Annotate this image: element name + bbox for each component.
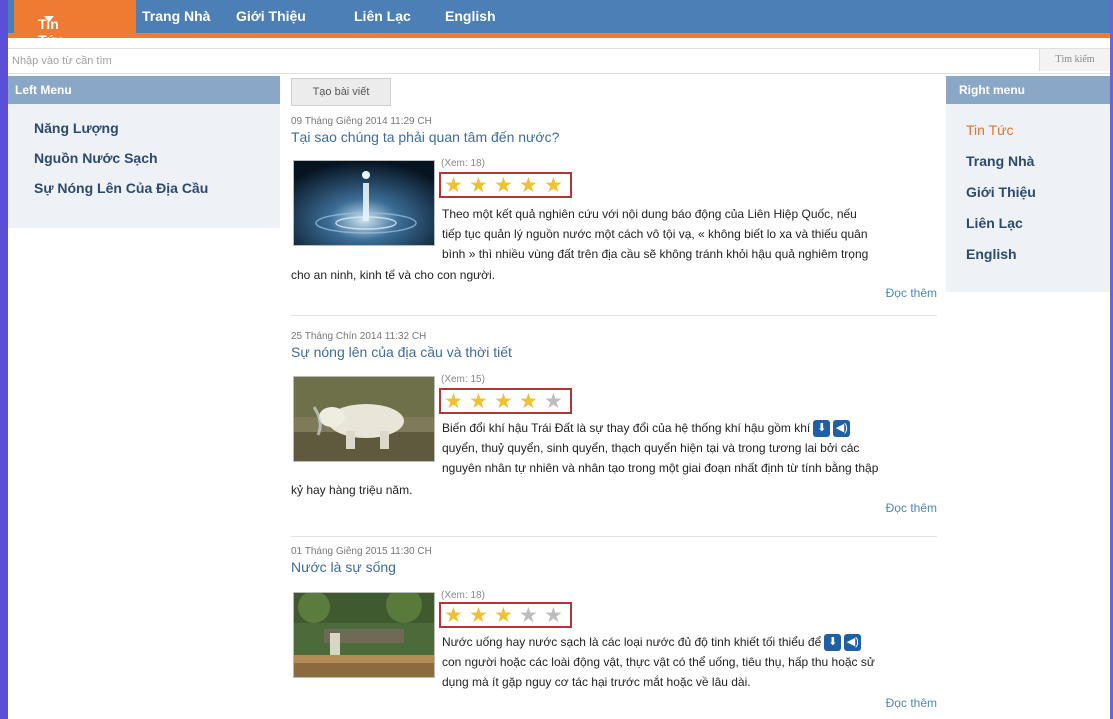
star-icon[interactable]: ★ <box>444 605 463 626</box>
star-icon[interactable]: ★ <box>494 175 513 196</box>
right-menu-title: Right menu <box>946 76 1110 104</box>
read-more-link[interactable]: Đọc thêm <box>886 696 937 710</box>
excerpt-line: quyển, thuỷ quyển, sinh quyển, thạch quy… <box>442 441 860 455</box>
excerpt-line: nguyên nhân tự nhiên và nhân tạo trong m… <box>442 461 879 475</box>
read-more-link[interactable]: Đọc thêm <box>886 286 937 300</box>
view-count: (Xem: 18) <box>441 158 485 169</box>
excerpt-tail: cho an ninh, kinh tế và cho con người. <box>291 268 496 282</box>
nav-item-tin-tuc[interactable]: Tin Tức <box>14 0 136 48</box>
article-item: 09 Tháng Giêng 2014 11:29 CH Tại sao chú… <box>291 116 937 316</box>
article-thumbnail-waterfall[interactable] <box>293 587 435 678</box>
star-icon[interactable]: ★ <box>444 175 463 196</box>
right-menu-item-tin-tuc[interactable]: Tin Tức <box>966 122 1110 138</box>
article-item: 25 Tháng Chín 2014 11:32 CH Sự nóng lên … <box>291 331 937 537</box>
star-icon[interactable]: ★ <box>469 605 488 626</box>
article-item: 01 Tháng Giêng 2015 11:30 CH Nước là sự … <box>291 546 937 716</box>
download-icon[interactable]: ⬇ <box>824 634 842 652</box>
star-icon[interactable]: ★ <box>544 175 563 196</box>
article-date: 25 Tháng Chín 2014 11:32 CH <box>291 331 427 342</box>
search-bar: Tìm kiếm <box>8 48 1110 74</box>
top-nav-bar: Tin Tức Trang Nhà Giới Thiệu Liên Lạc En… <box>8 0 1110 48</box>
excerpt-line: dụng mà ít gặp nguy cơ tác hại trước mắt… <box>442 675 751 689</box>
rating-stars[interactable]: ★ ★ ★ ★ ★ <box>439 388 572 414</box>
star-icon[interactable]: ★ <box>519 605 538 626</box>
left-menu-title: Left Menu <box>8 76 280 104</box>
window-frame-left <box>0 0 8 719</box>
excerpt-line: Theo một kết quả nghiên cứu với nội dung… <box>442 207 857 221</box>
nav-item-english[interactable]: English <box>445 8 496 24</box>
article-date: 09 Tháng Giêng 2014 11:29 CH <box>291 116 432 127</box>
chevron-down-icon <box>44 16 54 22</box>
star-icon[interactable]: ★ <box>494 391 513 412</box>
excerpt-line: bình » thì nhiều vùng đất trên địa cầu s… <box>442 247 869 261</box>
article-date: 01 Tháng Giêng 2015 11:30 CH <box>291 546 432 557</box>
excerpt-tail: kỷ hay hàng triệu năm. <box>291 483 413 497</box>
search-input[interactable] <box>8 49 1034 73</box>
right-menu: Right menu Tin Tức Trang Nhà Giới Thiệu … <box>946 76 1110 292</box>
article-thumbnail-water-drop[interactable] <box>293 160 435 246</box>
left-menu-item-nang-luong[interactable]: Năng Lượng <box>34 120 280 136</box>
star-icon[interactable]: ★ <box>444 391 463 412</box>
article-divider <box>291 315 937 316</box>
article-title-link[interactable]: Sự nóng lên của địa cầu và thời tiết <box>291 344 937 360</box>
create-post-button[interactable]: Tạo bài viết <box>291 78 391 106</box>
nav-accent-line <box>8 33 1110 38</box>
right-menu-item-lien-lac[interactable]: Liên Lạc <box>966 215 1110 231</box>
rating-stars[interactable]: ★ ★ ★ ★ ★ <box>439 172 572 198</box>
article-excerpt: Theo một kết quả nghiên cứu với nội dung… <box>442 204 936 264</box>
rating-stars[interactable]: ★ ★ ★ ★ ★ <box>439 602 572 628</box>
article-title-link[interactable]: Nước là sự sống <box>291 559 937 575</box>
nav-item-gioi-thieu[interactable]: Giới Thiệu <box>236 8 306 24</box>
star-icon[interactable]: ★ <box>519 391 538 412</box>
view-count: (Xem: 18) <box>441 590 485 601</box>
star-icon[interactable]: ★ <box>544 605 563 626</box>
left-menu-item-nguon-nuoc-sach[interactable]: Nguồn Nước Sạch <box>34 150 280 166</box>
right-menu-item-gioi-thieu[interactable]: Giới Thiệu <box>966 184 1110 200</box>
star-icon[interactable]: ★ <box>469 391 488 412</box>
right-menu-item-english[interactable]: English <box>966 246 1110 262</box>
star-icon[interactable]: ★ <box>519 175 538 196</box>
article-excerpt: Nước uống hay nước sạch là các loại nước… <box>442 632 936 692</box>
download-icon[interactable]: ⬇ <box>813 420 831 438</box>
search-button[interactable]: Tìm kiếm <box>1039 49 1110 71</box>
right-menu-item-trang-nha[interactable]: Trang Nhà <box>966 153 1110 169</box>
nav-item-trang-nha[interactable]: Trang Nhà <box>142 8 210 24</box>
star-icon[interactable]: ★ <box>544 391 563 412</box>
excerpt-line-text: Nước uống hay nước sạch là các loại nước… <box>442 635 822 649</box>
nav-item-lien-lac[interactable]: Liên Lạc <box>354 8 411 24</box>
excerpt-line-text: Biến đổi khí hậu Trái Đất là sự thay đổi… <box>442 421 811 435</box>
read-more-link[interactable]: Đọc thêm <box>886 501 937 515</box>
article-thumbnail-polar-bear[interactable] <box>293 376 435 462</box>
view-count: (Xem: 15) <box>441 374 485 385</box>
article-divider <box>291 536 937 537</box>
excerpt-line: tiếp tục quản lý nguồn nước một cách vô … <box>442 227 868 241</box>
excerpt-line: Biến đổi khí hậu Trái Đất là sự thay đổi… <box>442 418 936 438</box>
speaker-icon[interactable]: ◀) <box>833 420 851 438</box>
article-excerpt: Biến đổi khí hậu Trái Đất là sự thay đổi… <box>442 418 936 478</box>
star-icon[interactable]: ★ <box>494 605 513 626</box>
speaker-icon[interactable]: ◀) <box>844 634 862 652</box>
left-menu-item-su-nong-len[interactable]: Sự Nóng Lên Của Địa Cầu <box>34 180 280 196</box>
star-icon[interactable]: ★ <box>469 175 488 196</box>
excerpt-line: con người hoặc các loài động vật, thực v… <box>442 655 875 669</box>
left-menu: Left Menu Năng Lượng Nguồn Nước Sạch Sự … <box>8 76 280 228</box>
article-title-link[interactable]: Tại sao chúng ta phải quan tâm đến nước? <box>291 129 937 145</box>
excerpt-line: Nước uống hay nước sạch là các loại nước… <box>442 632 936 652</box>
